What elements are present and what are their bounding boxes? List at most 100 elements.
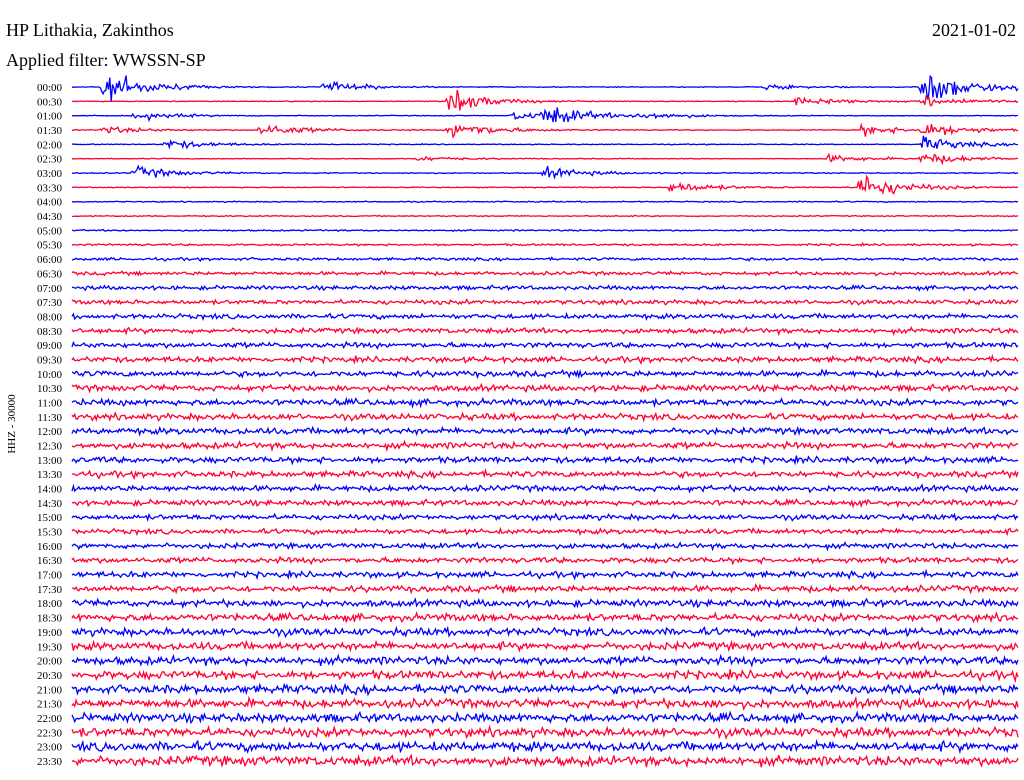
trace-row-0700 (71, 283, 1019, 292)
trace-row-2200 (71, 709, 1019, 725)
time-tick-label: 14:00 (37, 484, 63, 496)
trace-row-1830 (71, 610, 1019, 624)
trace-row-1900 (71, 625, 1019, 639)
trace-row-1930 (71, 639, 1019, 653)
time-tick-label: 11:00 (37, 397, 62, 409)
time-tick-label: 10:30 (37, 383, 63, 395)
time-tick-label: 07:30 (37, 297, 63, 309)
time-tick-label: 02:00 (37, 139, 63, 151)
time-tick-label: 01:30 (37, 125, 63, 137)
time-tick-label: 08:30 (37, 326, 63, 338)
trace-row-1430 (71, 497, 1019, 509)
time-tick-label: 23:30 (37, 756, 63, 768)
trace-row-0500 (71, 228, 1019, 233)
time-tick-label: 08:00 (37, 311, 63, 323)
trace-row-1700 (71, 568, 1019, 581)
time-tick-label: 22:00 (37, 713, 63, 725)
trace-row-0930 (71, 353, 1019, 366)
time-tick-label: 10:00 (37, 369, 63, 381)
trace-row-0130 (71, 122, 1019, 139)
tick-labels-group: 00:00 00:30 01:00 01:30 02:00 02:30 03:00 03:30… (37, 82, 63, 768)
trace-row-2000 (71, 653, 1019, 668)
trace-row-2030 (71, 668, 1019, 684)
trace-row-0730 (71, 298, 1019, 307)
trace-row-0300 (72, 164, 1019, 180)
trace-row-1300 (71, 455, 1019, 466)
time-tick-label: 16:00 (37, 541, 63, 553)
time-tick-label: 13:30 (37, 469, 63, 481)
time-tick-label: 13:00 (37, 455, 63, 467)
time-tick-label: 18:30 (37, 613, 63, 625)
time-tick-label: 18:00 (37, 598, 63, 610)
trace-row-0400 (71, 200, 1019, 204)
trace-row-0830 (71, 326, 1019, 337)
trace-row-0430 (71, 214, 1019, 218)
time-tick-label: 00:30 (37, 96, 63, 108)
trace-row-0230 (71, 152, 1019, 166)
time-tick-label: 20:00 (37, 656, 63, 668)
trace-row-0800 (71, 311, 1019, 321)
trace-row-0030 (71, 89, 1019, 111)
time-tick-label: 16:30 (37, 555, 63, 567)
time-tick-label: 05:00 (37, 225, 63, 237)
time-tick-label: 19:30 (37, 641, 63, 653)
time-tick-label: 02:30 (37, 154, 63, 166)
trace-row-1600 (71, 541, 1019, 552)
time-tick-label: 14:30 (37, 498, 63, 510)
time-tick-label: 22:30 (37, 727, 63, 739)
time-tick-label: 06:00 (37, 254, 63, 266)
time-tick-label: 19:00 (37, 627, 63, 639)
time-tick-label: 17:30 (37, 584, 63, 596)
trace-row-1800 (71, 597, 1019, 610)
time-tick-label: 05:30 (37, 240, 63, 252)
time-tick-label: 21:00 (37, 684, 63, 696)
trace-row-1630 (71, 555, 1019, 566)
time-tick-label: 06:30 (37, 268, 63, 280)
trace-row-1200 (71, 425, 1019, 437)
time-tick-label: 00:00 (37, 82, 63, 94)
seismogram-page: HP Lithakia, Zakinthos Applied filter: W… (0, 0, 1024, 780)
time-tick-label: 03:00 (37, 168, 63, 180)
trace-row-0630 (71, 270, 1019, 277)
y-axis-label: HHZ - 30000 (6, 394, 18, 454)
time-tick-label: 04:00 (37, 197, 63, 209)
trace-row-1530 (71, 526, 1019, 537)
time-tick-label: 04:30 (37, 211, 63, 223)
trace-row-0000 (71, 74, 1019, 102)
seismogram-chart: 00:00 00:30 01:00 01:30 02:00 02:30 03:00 03:30… (6, 74, 1019, 769)
time-tick-label: 03:30 (37, 182, 63, 194)
trace-row-0330 (71, 174, 1019, 195)
time-tick-label: 12:30 (37, 441, 63, 453)
traces-group (71, 74, 1019, 769)
time-tick-label: 20:30 (37, 670, 63, 682)
trace-row-1000 (71, 368, 1019, 380)
time-tick-label: 09:30 (37, 354, 63, 366)
trace-row-1400 (71, 483, 1019, 494)
time-tick-label: 21:30 (37, 699, 63, 711)
time-tick-label: 15:30 (37, 527, 63, 539)
trace-row-2330 (71, 753, 1019, 769)
trace-row-2300 (71, 738, 1019, 755)
trace-row-0100 (71, 107, 1019, 123)
trace-row-0200 (71, 135, 1019, 150)
trace-row-2130 (71, 695, 1019, 712)
time-tick-label: 07:00 (37, 283, 63, 295)
trace-row-1100 (71, 396, 1019, 409)
trace-row-1730 (71, 583, 1019, 595)
trace-row-0530 (72, 242, 1019, 247)
trace-row-0900 (71, 340, 1019, 351)
trace-row-1230 (71, 439, 1019, 453)
time-tick-label: 23:00 (37, 742, 63, 754)
time-tick-label: 17:00 (37, 570, 63, 582)
time-tick-label: 09:00 (37, 340, 63, 352)
time-tick-label: 12:00 (37, 426, 63, 438)
trace-row-1500 (71, 512, 1019, 523)
time-tick-label: 11:30 (37, 412, 62, 424)
trace-row-2230 (71, 724, 1019, 740)
trace-row-1030 (71, 382, 1019, 394)
trace-row-2100 (71, 682, 1019, 697)
time-tick-label: 01:00 (37, 111, 63, 123)
trace-row-1330 (71, 468, 1019, 481)
trace-row-1130 (71, 411, 1019, 423)
trace-row-0600 (71, 256, 1019, 263)
